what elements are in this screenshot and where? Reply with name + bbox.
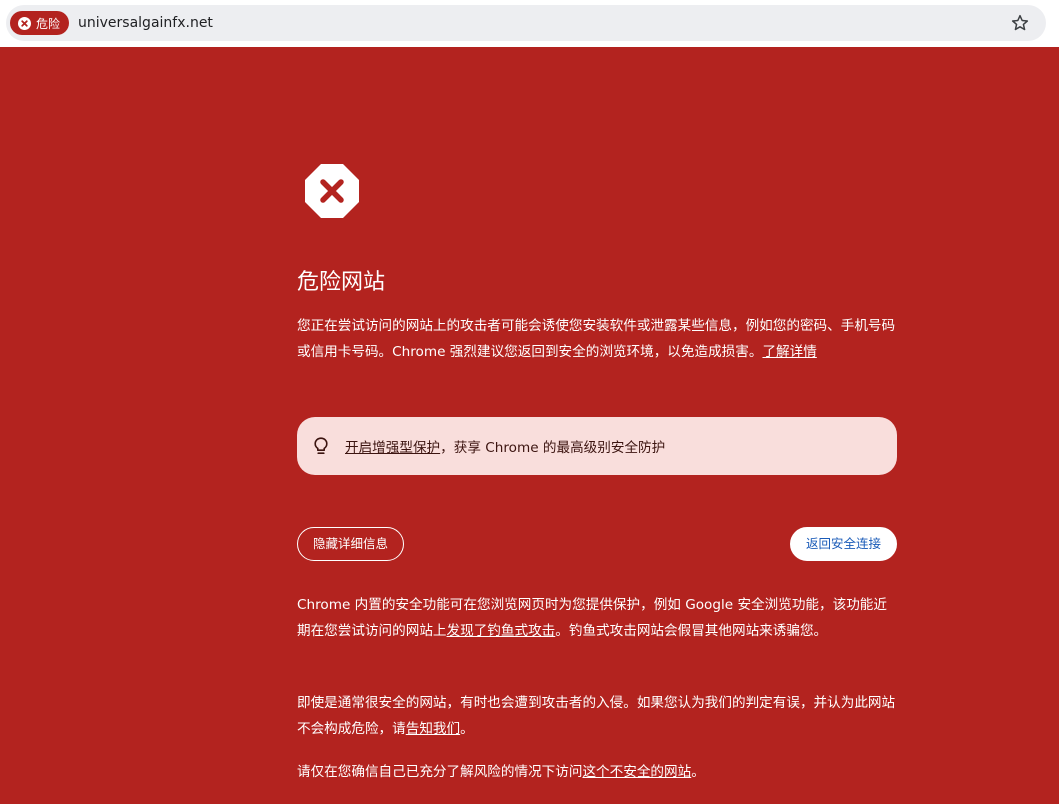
enable-enhanced-protection-link[interactable]: 开启增强型保护: [345, 440, 440, 456]
details-paragraph-report: 即使是通常很安全的网站，有时也会遭到攻击者的入侵。如果您认为我们的判定有误，并认…: [297, 690, 897, 742]
learn-more-link[interactable]: 了解详情: [762, 344, 816, 360]
details-paragraph-safe-browsing: Chrome 内置的安全功能可在您浏览网页时为您提供保护，例如 Google 安…: [297, 592, 897, 644]
details-p2-text: 即使是通常很安全的网站，有时也会遭到攻击者的入侵。如果您认为我们的判定有误，并认…: [297, 695, 896, 737]
lightbulb-icon: [314, 437, 328, 455]
details-p3-text-end: 。: [691, 764, 705, 780]
danger-circle-x-icon: [18, 16, 31, 30]
danger-octagon-x-icon: [305, 164, 359, 218]
details-p1-text-end: 。钓鱼式攻击网站会假冒其他网站来诱骗您。: [555, 623, 828, 639]
hide-details-button[interactable]: 隐藏详细信息: [297, 527, 405, 561]
security-status-chip[interactable]: 危险: [10, 11, 70, 35]
intro-paragraph: 您正在尝试访问的网站上的攻击者可能会诱使您安装软件或泄露某些信息，例如您的密码、…: [297, 313, 897, 365]
proceed-unsafe-link[interactable]: 这个不安全的网站: [582, 764, 691, 780]
details-p3-text: 请仅在您确信自己已充分了解风险的情况下访问: [297, 764, 583, 780]
enhanced-protection-message: 开启增强型保护，获享 Chrome 的最高级别安全防护: [345, 436, 665, 456]
details-p2-text-end: 。: [460, 721, 474, 737]
url-text[interactable]: universalgainfx.net: [78, 14, 213, 32]
address-bar[interactable]: 危险 universalgainfx.net: [6, 5, 1046, 41]
browser-toolbar: 危险 universalgainfx.net: [0, 0, 1059, 47]
security-chip-label: 危险: [36, 16, 61, 31]
enhanced-protection-banner: 开启增强型保护，获享 Chrome 的最高级别安全防护: [297, 417, 897, 475]
page-title: 危险网站: [297, 270, 386, 295]
report-error-link[interactable]: 告知我们: [406, 721, 460, 737]
enhanced-protection-text: ，获享 Chrome 的最高级别安全防护: [440, 440, 666, 456]
phishing-detected-link[interactable]: 发现了钓鱼式攻击: [447, 623, 556, 639]
back-to-safety-button[interactable]: 返回安全连接: [789, 527, 897, 561]
bookmark-star-icon[interactable]: [1010, 13, 1030, 33]
details-paragraph-proceed: 请仅在您确信自己已充分了解风险的情况下访问这个不安全的网站。: [297, 759, 897, 785]
